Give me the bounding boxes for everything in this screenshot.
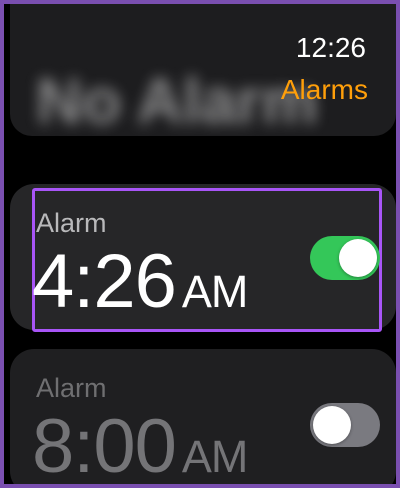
header-card: No Alarm 12:26 Alarms [10, 4, 396, 136]
alarm-time: 8:00 AM [32, 403, 248, 488]
toggle-knob [339, 239, 377, 277]
alarm-ampm: AM [181, 266, 248, 317]
watch-screen: No Alarm 12:26 Alarms Alarm 4:26 AM Alarm… [0, 0, 400, 488]
alarm-toggle-off[interactable] [310, 403, 380, 447]
alarm-row-2[interactable]: Alarm 8:00 AM [10, 349, 396, 488]
toggle-knob [313, 406, 351, 444]
alarm-time: 4:26 AM [32, 238, 248, 325]
alarms-title-link[interactable]: Alarms [281, 74, 368, 106]
blurred-no-alarm-text: No Alarm [36, 65, 319, 136]
alarm-ampm: AM [181, 431, 248, 482]
alarm-label: Alarm [36, 373, 107, 403]
status-time: 12:26 [295, 32, 366, 63]
alarm-label: Alarm [36, 208, 107, 238]
alarm-time-value: 8:00 [32, 404, 177, 488]
alarm-time-value: 4:26 [32, 239, 177, 324]
alarm-row-1[interactable]: Alarm 4:26 AM [10, 184, 396, 332]
alarm-toggle-on[interactable] [310, 236, 380, 280]
